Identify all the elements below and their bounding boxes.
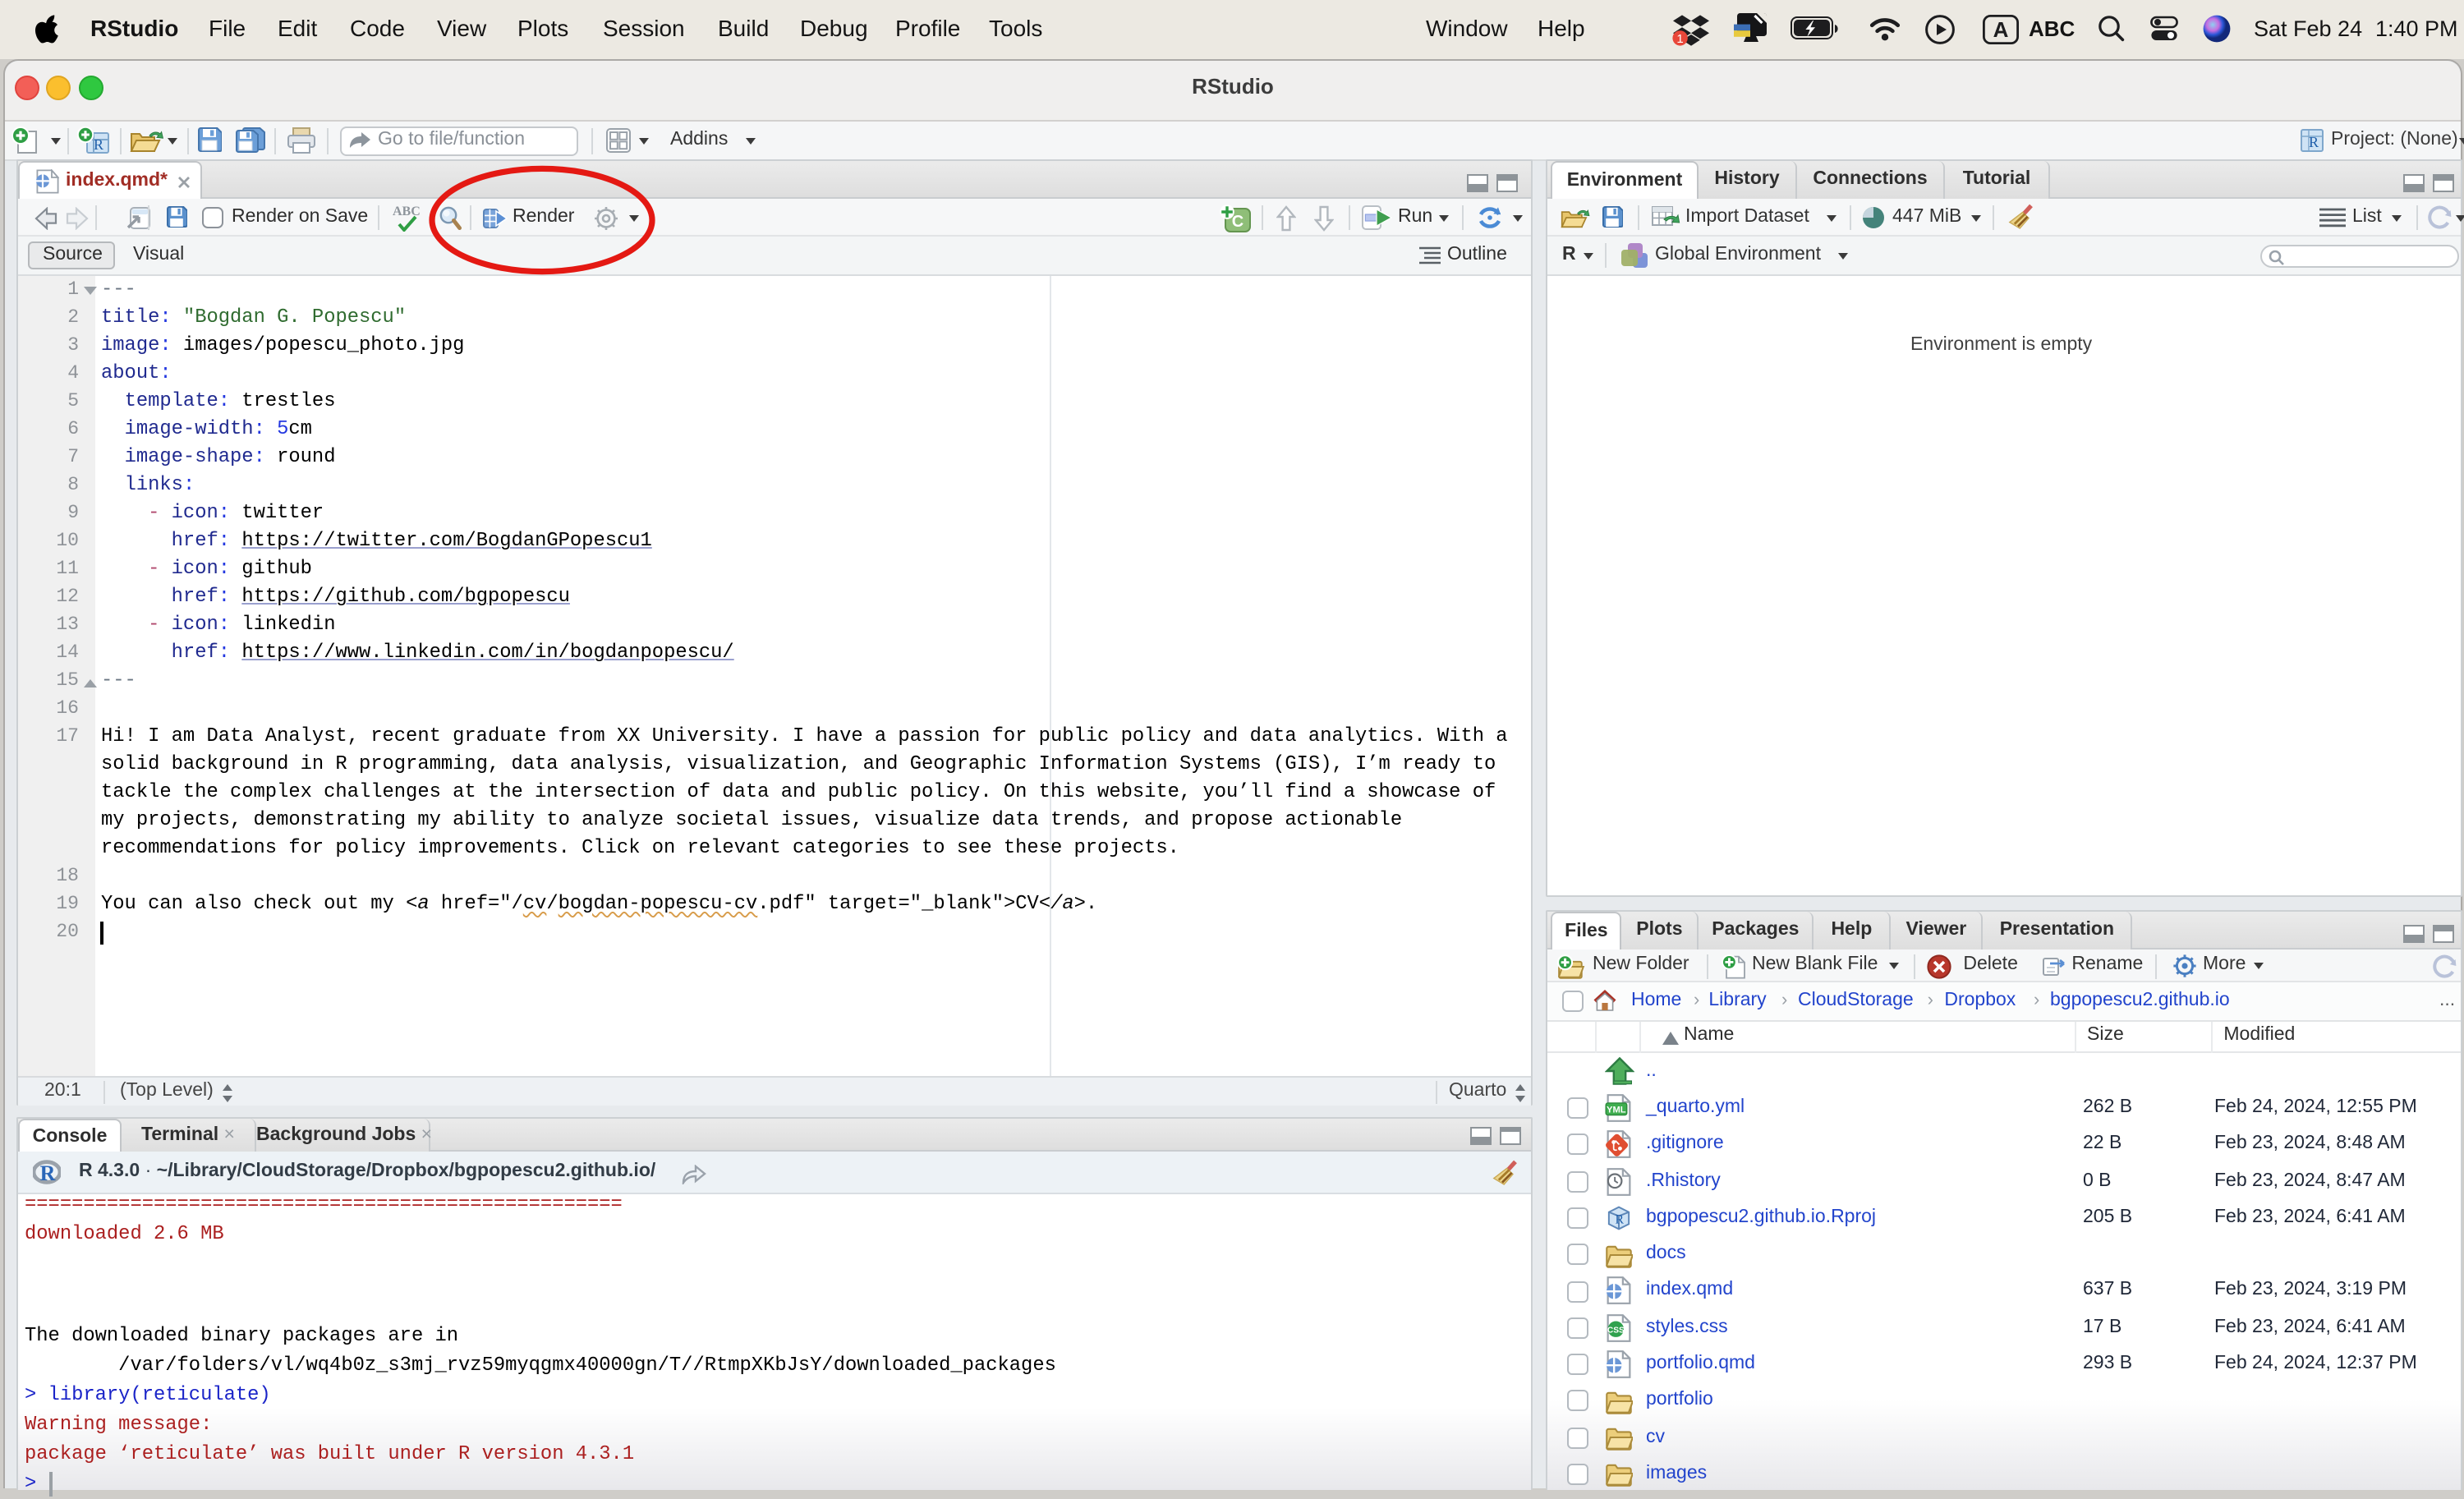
svg-text:R: R [1615,1212,1624,1226]
svg-text:R: R [94,136,103,153]
svg-text:A: A [1993,17,2009,42]
svg-text:R: R [40,1161,56,1184]
svg-text:R: R [2309,134,2319,150]
svg-text:1: 1 [1676,32,1683,46]
svg-text:YML: YML [1607,1106,1626,1115]
svg-text:C: C [1232,213,1243,231]
svg-text:CSS: CSS [1607,1326,1625,1335]
